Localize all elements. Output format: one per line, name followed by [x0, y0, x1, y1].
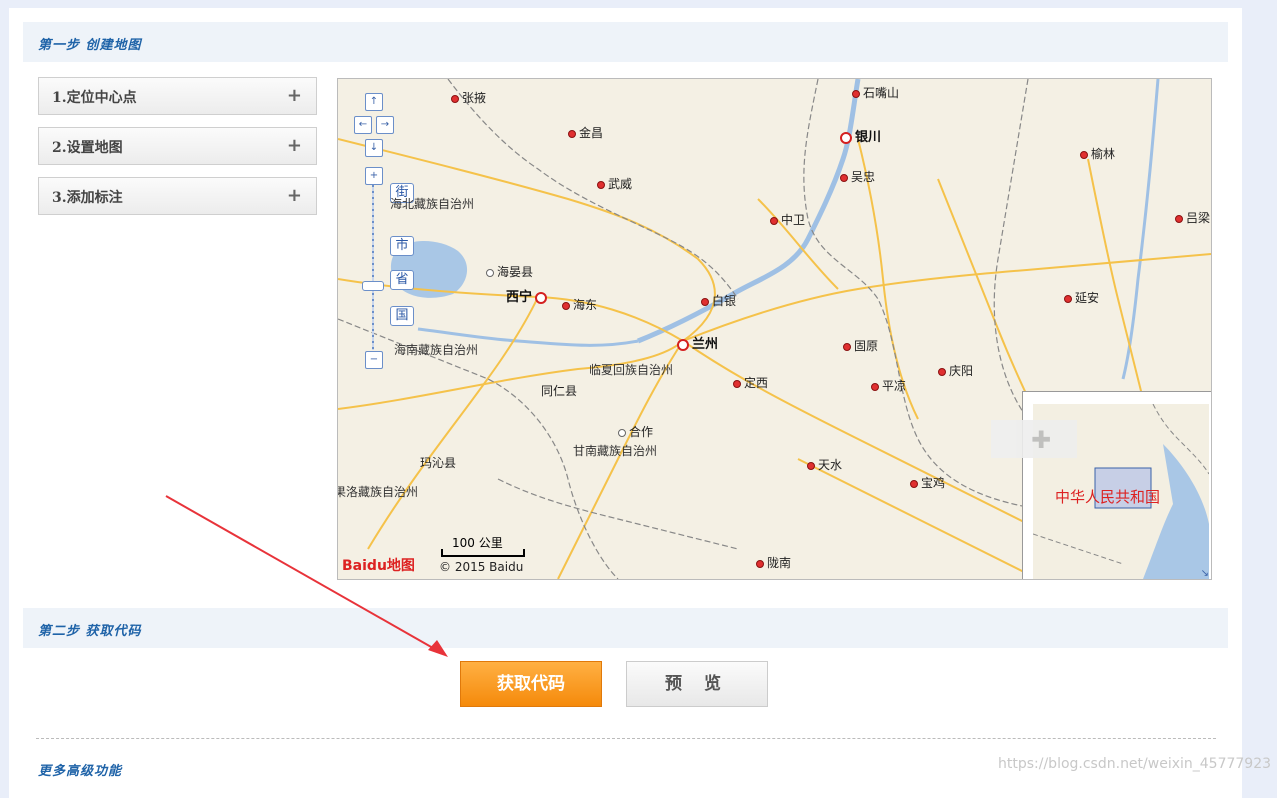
- section-divider: [36, 738, 1216, 739]
- get-code-button[interactable]: 获取代码: [460, 661, 602, 707]
- more-features-title[interactable]: 更多高级功能: [38, 760, 122, 779]
- watermark: https://blog.csdn.net/weixin_45777923: [998, 756, 1272, 772]
- preview-button[interactable]: 预 览: [626, 661, 768, 707]
